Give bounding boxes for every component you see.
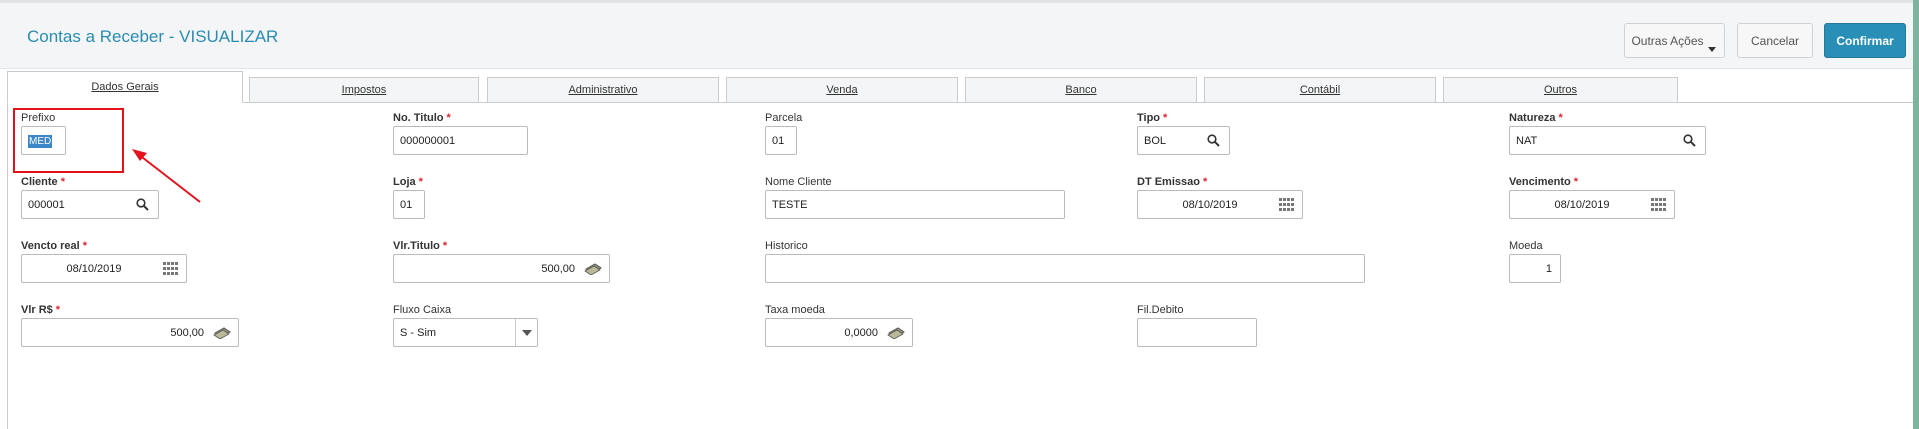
vlr-titulo-label: Vlr.Titulo *	[393, 240, 447, 252]
chevron-down-icon	[1708, 47, 1716, 52]
vencto-real-field[interactable]: 08/10/2019	[21, 254, 187, 283]
vencto-real-label-text: Vencto real	[21, 240, 80, 252]
loja-label-text: Loja	[393, 176, 416, 188]
vlr-rs-label-text: Vlr R$	[21, 304, 53, 316]
historico-field[interactable]	[765, 254, 1365, 283]
tab-label: Outros	[1543, 84, 1577, 96]
dt-emissao-value: 08/10/2019	[1182, 198, 1238, 211]
tab-dados-gerais[interactable]: Dados Gerais	[7, 71, 243, 103]
confirmar-button[interactable]: Confirmar	[1824, 23, 1906, 58]
natureza-field[interactable]: NAT	[1509, 126, 1706, 155]
taxa-moeda-label: Taxa moeda	[765, 304, 825, 316]
required-marker: *	[446, 112, 451, 124]
tab-strip: Dados Gerais Impostos Administrativo Ven…	[0, 70, 1913, 103]
fil-debito-label: Fil.Debito	[1137, 304, 1184, 316]
tab-impostos[interactable]: Impostos	[249, 77, 479, 102]
calendar-icon[interactable]	[1648, 195, 1668, 215]
nome-cliente-value: TESTE	[772, 198, 808, 211]
loja-value: 01	[400, 198, 413, 211]
vlr-rs-value: 500,00	[170, 326, 204, 339]
no-titulo-field[interactable]: 000000001	[393, 126, 528, 155]
historico-label: Historico	[765, 240, 808, 252]
moeda-label: Moeda	[1509, 240, 1543, 252]
fluxo-caixa-select[interactable]: S - Sim	[393, 318, 538, 347]
tab-label: Dados Gerais	[91, 81, 159, 93]
vencimento-field[interactable]: 08/10/2019	[1509, 190, 1675, 219]
vencimento-label-text: Vencimento	[1509, 176, 1571, 188]
tab-outros[interactable]: Outros	[1443, 77, 1678, 102]
outras-acoes-label: Outras Ações	[1631, 33, 1704, 48]
right-edge-bar	[1913, 0, 1919, 429]
no-titulo-label: No. Titulo *	[393, 112, 451, 124]
vlr-titulo-label-text: Vlr.Titulo	[393, 240, 440, 252]
annotation-arrow	[132, 149, 201, 203]
vlr-titulo-field[interactable]: 500,00	[393, 254, 610, 283]
required-marker: *	[442, 240, 448, 252]
parcela-value: 01	[772, 134, 785, 147]
tab-banco[interactable]: Banco	[965, 77, 1197, 102]
nome-cliente-label: Nome Cliente	[765, 176, 832, 188]
dt-emissao-label: DT Emissao *	[1137, 176, 1207, 188]
fil-debito-field[interactable]	[1137, 318, 1257, 347]
required-marker: *	[1573, 176, 1579, 188]
tipo-value: BOL	[1144, 134, 1167, 147]
tab-administrativo[interactable]: Administrativo	[487, 77, 719, 102]
required-marker: *	[1163, 112, 1168, 124]
vlr-rs-label: Vlr R$ *	[21, 304, 60, 316]
vencto-real-value: 08/10/2019	[66, 262, 122, 275]
calendar-icon[interactable]	[1276, 195, 1296, 215]
parcela-label: Parcela	[765, 112, 803, 124]
natureza-label: Natureza *	[1509, 112, 1563, 124]
parcela-field[interactable]: 01	[765, 126, 797, 155]
tipo-label-text: Tipo	[1137, 112, 1161, 124]
money-icon[interactable]	[886, 323, 906, 343]
tipo-field[interactable]: BOL	[1137, 126, 1230, 155]
loja-label: Loja *	[393, 176, 423, 188]
money-icon[interactable]	[212, 323, 232, 343]
vencimento-value: 08/10/2019	[1554, 198, 1610, 211]
tab-label: Banco	[1065, 84, 1097, 96]
loja-field[interactable]: 01	[393, 190, 425, 219]
search-icon[interactable]	[1203, 131, 1223, 151]
required-marker: *	[1202, 176, 1208, 188]
tab-label: Venda	[826, 84, 858, 96]
search-icon[interactable]	[1679, 131, 1699, 151]
nome-cliente-field[interactable]: TESTE	[765, 190, 1065, 219]
no-titulo-label-text: No. Titulo	[393, 112, 444, 124]
fluxo-caixa-label: Fluxo Caixa	[393, 304, 452, 316]
moeda-field[interactable]: 1	[1509, 254, 1561, 283]
dt-emissao-field[interactable]: 08/10/2019	[1137, 190, 1303, 219]
fluxo-caixa-value: S - Sim	[400, 326, 437, 339]
required-marker: *	[1558, 112, 1563, 124]
vlr-rs-field[interactable]: 500,00	[21, 318, 239, 347]
tab-contabil[interactable]: Contábil	[1204, 77, 1436, 102]
taxa-moeda-field[interactable]: 0,0000	[765, 318, 913, 347]
vencto-real-label: Vencto real *	[21, 240, 87, 252]
app-window: Contas a Receber - VISUALIZAR Outras Açõ…	[0, 0, 1919, 429]
tab-venda[interactable]: Venda	[726, 77, 958, 102]
tab-label: Impostos	[341, 84, 387, 96]
natureza-value: NAT	[1516, 134, 1538, 147]
outras-acoes-button[interactable]: Outras Ações	[1624, 23, 1725, 58]
required-marker: *	[55, 304, 61, 316]
chevron-down-icon[interactable]	[515, 319, 537, 346]
natureza-label-text: Natureza	[1509, 112, 1556, 124]
dt-emissao-label-text: DT Emissao	[1137, 176, 1200, 188]
taxa-moeda-value: 0,0000	[844, 326, 878, 339]
vlr-titulo-value: 500,00	[541, 262, 575, 275]
money-icon[interactable]	[583, 259, 603, 279]
tab-label: Administrativo	[568, 84, 638, 96]
moeda-value: 1	[1545, 262, 1552, 275]
required-marker: *	[418, 176, 423, 188]
tab-label: Contábil	[1299, 84, 1341, 96]
cancelar-button[interactable]: Cancelar	[1737, 23, 1813, 58]
no-titulo-value: 000000001	[400, 134, 456, 147]
header-bar: Contas a Receber - VISUALIZAR Outras Açõ…	[0, 3, 1913, 69]
tipo-label: Tipo *	[1137, 112, 1167, 124]
vencimento-label: Vencimento *	[1509, 176, 1578, 188]
calendar-icon[interactable]	[160, 259, 180, 279]
required-marker: *	[82, 240, 87, 252]
